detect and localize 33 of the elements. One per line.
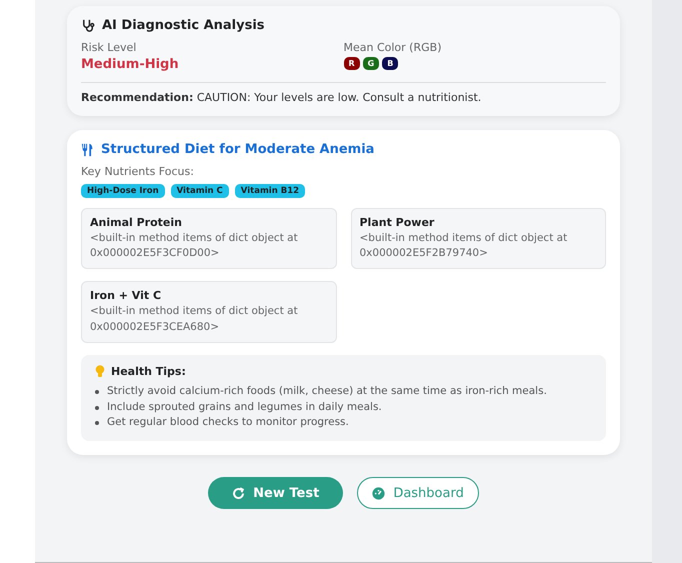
stethoscope-icon [81, 18, 96, 33]
food-group-text: <built-in method items of dict object at 0x000002E5F3CEA680> [90, 304, 299, 335]
gauge-icon [372, 486, 386, 500]
food-group-title: Animal Protein [90, 216, 183, 229]
new-test-button[interactable]: New Test [208, 477, 344, 510]
food-group-title: Iron + Vit C [90, 289, 162, 302]
bullet-icon [95, 390, 99, 394]
nutrients-label: Key Nutrients Focus: [81, 165, 195, 178]
color-label: Mean Color (RGB) [344, 41, 442, 54]
refresh-icon [232, 486, 246, 500]
food-group-title: Plant Power [360, 216, 436, 229]
card-title: AI Diagnostic Analysis [102, 18, 265, 33]
nutrient-tag: Vitamin B12 [234, 184, 306, 198]
color-chip: R [344, 57, 360, 70]
risk-label: Risk Level [81, 41, 138, 54]
recommendation-text: Recommendation: CAUTION: Your levels are low. Consult a nutritionist. [81, 91, 482, 104]
food-group-text: <built-in method items of dict object at 0x000002E5F2B79740> [360, 231, 568, 262]
risk-value: Medium-High [81, 57, 180, 72]
color-chip: G [362, 57, 380, 70]
dashboard-button[interactable]: Dashboard [357, 477, 479, 510]
tip-item: Get regular blood checks to monitor progress. [107, 415, 349, 430]
nutrient-tag: High-Dose Iron [81, 184, 165, 198]
lightbulb-icon [95, 364, 105, 378]
nutrient-tag: Vitamin C [170, 184, 229, 198]
color-chip: B [382, 57, 398, 70]
utensils-icon [81, 142, 95, 156]
tip-item: Include sprouted grains and legumes in daily meals. [107, 400, 382, 415]
card-title: Structured Diet for Moderate Anemia [101, 142, 374, 157]
bullet-icon [95, 406, 99, 410]
bullet-icon [95, 421, 99, 426]
tips-title: Health Tips: [111, 364, 186, 378]
food-group-text: <built-in method items of dict object at 0x000002E5F3CF0D00> [90, 231, 299, 262]
tip-item: Strictly avoid calcium-rich foods (milk, cheese) at the same time as iron-rich meals. [107, 384, 547, 399]
